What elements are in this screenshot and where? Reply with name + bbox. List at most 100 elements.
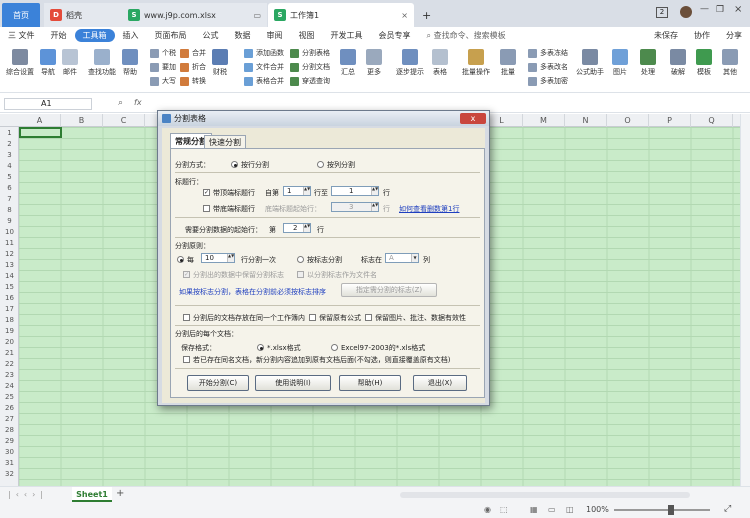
menu-developer[interactable]: 开发工具 (323, 30, 371, 41)
by-marker-label[interactable]: 按标志分割 (307, 255, 342, 265)
ribbon-mail[interactable]: 邮件 (62, 49, 78, 77)
every-n-stepper[interactable]: 10 ▲▼ (201, 253, 235, 263)
maximize-icon[interactable]: ❐ (716, 5, 724, 15)
row-header-cell[interactable]: 6 (0, 182, 19, 193)
stepper-arrows-icon[interactable]: ▲▼ (227, 254, 234, 262)
to-row-stepper[interactable]: 1 ▲▼ (331, 186, 379, 196)
keep-images-label[interactable]: 保留图片、批注、数据有效性 (375, 313, 466, 323)
row-header-cell[interactable]: 2 (0, 138, 19, 149)
tab-fast-split[interactable]: 快速分割 (204, 135, 246, 148)
menu-review[interactable]: 审阅 (259, 30, 291, 41)
ribbon-help[interactable]: 帮助 (122, 49, 138, 77)
menu-toolbox[interactable]: 工具箱 (74, 28, 115, 42)
bottom-header-label[interactable]: 带底端标题行 (213, 204, 255, 214)
marker-as-name-checkbox[interactable] (297, 271, 304, 278)
layout-icon[interactable]: ⬚ (500, 505, 508, 514)
same-workbook-label[interactable]: 分割后的文档存放在同一个工作簿内 (193, 313, 305, 323)
ribbon-uppercase[interactable]: 大写 (150, 76, 176, 86)
ribbon-settings[interactable]: 综合设置 (6, 49, 34, 77)
xlsx-format-radio[interactable] (257, 344, 264, 351)
row-header-cell[interactable]: 14 (0, 270, 19, 281)
row-header-cell[interactable]: 5 (0, 171, 19, 182)
avatar[interactable] (680, 6, 692, 18)
xls-format-label[interactable]: Excel97-2003的*.xls格式 (341, 343, 425, 353)
dialog-titlebar[interactable]: 分割表格 (158, 111, 489, 126)
horizontal-scrollbar[interactable] (400, 492, 690, 498)
ribbon-drill[interactable]: 穿透查询 (290, 76, 330, 86)
chevron-down-icon[interactable]: ▼ (411, 254, 418, 262)
xlsx-format-label[interactable]: *.xlsx格式 (267, 343, 301, 353)
collab-button[interactable]: 协作 (686, 30, 718, 41)
exit-button[interactable]: 退出(X) (413, 375, 467, 391)
row-header-cell[interactable]: 8 (0, 204, 19, 215)
tab-file-j9p[interactable]: S www.j9p.com.xlsx ▭ (122, 3, 267, 27)
zoom-lookup-icon[interactable]: ⌕ (118, 98, 123, 108)
ribbon-table[interactable]: 表格 (432, 49, 448, 77)
ribbon-convert[interactable]: 转换 (180, 76, 206, 86)
row-header-cell[interactable]: 32 (0, 468, 19, 479)
menu-page-layout[interactable]: 页面布局 (147, 30, 195, 41)
start-split-button[interactable]: 开始分割(C) (187, 375, 249, 391)
stepper-arrows-icon[interactable]: ▲▼ (303, 224, 310, 232)
close-tab-icon[interactable]: × (401, 11, 408, 20)
row-header-cell[interactable]: 20 (0, 336, 19, 347)
ribbon-batch-ops[interactable]: 批量操作 (462, 49, 490, 77)
ribbon-crack[interactable]: 破解 (670, 49, 686, 77)
unsaved-button[interactable]: 未保存 (646, 30, 686, 41)
top-header-label[interactable]: 带顶端标题行 (213, 188, 255, 198)
sheet-tab-sheet1[interactable]: Sheet1 (72, 487, 112, 502)
ribbon-fold[interactable]: 折合 (180, 62, 206, 72)
row-header-cell[interactable]: 22 (0, 358, 19, 369)
column-header-cell[interactable]: P (649, 114, 691, 127)
same-workbook-checkbox[interactable] (183, 314, 190, 321)
how-to-view-link[interactable]: 如何查看删数第1行 (399, 204, 459, 214)
ribbon-merge[interactable]: 合并 (180, 48, 206, 58)
keep-marker-checkbox[interactable]: ✓ (183, 271, 190, 278)
append-label[interactable]: 若已存在同名文档，新分割内容追加到原有文档后面(不勾选，则直接覆盖原有文档) (193, 355, 450, 365)
sheet-nav-arrows[interactable]: |‹‹›| (8, 490, 48, 499)
row-header-cell[interactable]: 7 (0, 193, 19, 204)
ribbon-other[interactable]: 其他 (722, 49, 738, 77)
ribbon-process[interactable]: 处理 (640, 49, 656, 77)
ribbon-more[interactable]: 更多 (366, 49, 382, 77)
menu-formulas[interactable]: 公式 (195, 30, 227, 41)
ribbon-tax[interactable]: 个税 (150, 48, 176, 58)
ribbon-image[interactable]: 图片 (612, 49, 628, 77)
stepper-arrows-icon[interactable]: ▲▼ (371, 187, 378, 195)
from-row-stepper[interactable]: 1 ▲▼ (283, 186, 311, 196)
ribbon-step-tips[interactable]: 逐步提示 (396, 49, 424, 77)
by-col-label[interactable]: 按列分割 (327, 160, 355, 170)
xls-format-radio[interactable] (331, 344, 338, 351)
marker-column-select[interactable]: A ▼ (385, 253, 419, 263)
stepper-arrows-icon[interactable]: ▲▼ (303, 187, 310, 195)
zoom-level[interactable]: 100% (586, 505, 609, 514)
menu-insert[interactable]: 插入 (115, 30, 147, 41)
dialog-close-button[interactable]: x (460, 113, 486, 124)
row-header-cell[interactable]: 13 (0, 259, 19, 270)
ribbon-file-merge[interactable]: 文件合并 (244, 62, 284, 72)
column-header-cell[interactable]: O (607, 114, 649, 127)
bottom-start-stepper[interactable]: 3 ▲▼ (331, 202, 379, 212)
row-header-cell[interactable]: 4 (0, 160, 19, 171)
row-header-cell[interactable]: 24 (0, 380, 19, 391)
keep-formula-checkbox[interactable] (309, 314, 316, 321)
row-header-cell[interactable]: 28 (0, 424, 19, 435)
normal-view-icon[interactable]: ▦ (530, 505, 538, 514)
ribbon-nav[interactable]: 导航 (40, 49, 56, 77)
menu-data[interactable]: 数据 (227, 30, 259, 41)
ribbon-find[interactable]: 查找功能 (88, 49, 116, 77)
row-header-cell[interactable]: 27 (0, 413, 19, 424)
ribbon-add-func[interactable]: 添加函数 (244, 48, 284, 58)
tab-home[interactable]: 首页 (2, 3, 40, 27)
close-icon[interactable]: × (734, 4, 742, 15)
ribbon-summary[interactable]: 汇总 (340, 49, 356, 77)
formula-input[interactable] (148, 98, 746, 110)
ribbon-add[interactable]: 要加 (150, 62, 176, 72)
tab-daoke[interactable]: D 稻壳 (44, 3, 122, 27)
tab-workbook1[interactable]: S 工作簿1 × (268, 3, 414, 27)
keep-formula-label[interactable]: 保留原有公式 (319, 313, 361, 323)
column-header-cell[interactable]: A (19, 114, 61, 127)
column-header-cell[interactable]: M (523, 114, 565, 127)
row-header-cell[interactable]: 16 (0, 292, 19, 303)
ribbon-multi-freeze[interactable]: 多表冻结 (528, 48, 568, 58)
